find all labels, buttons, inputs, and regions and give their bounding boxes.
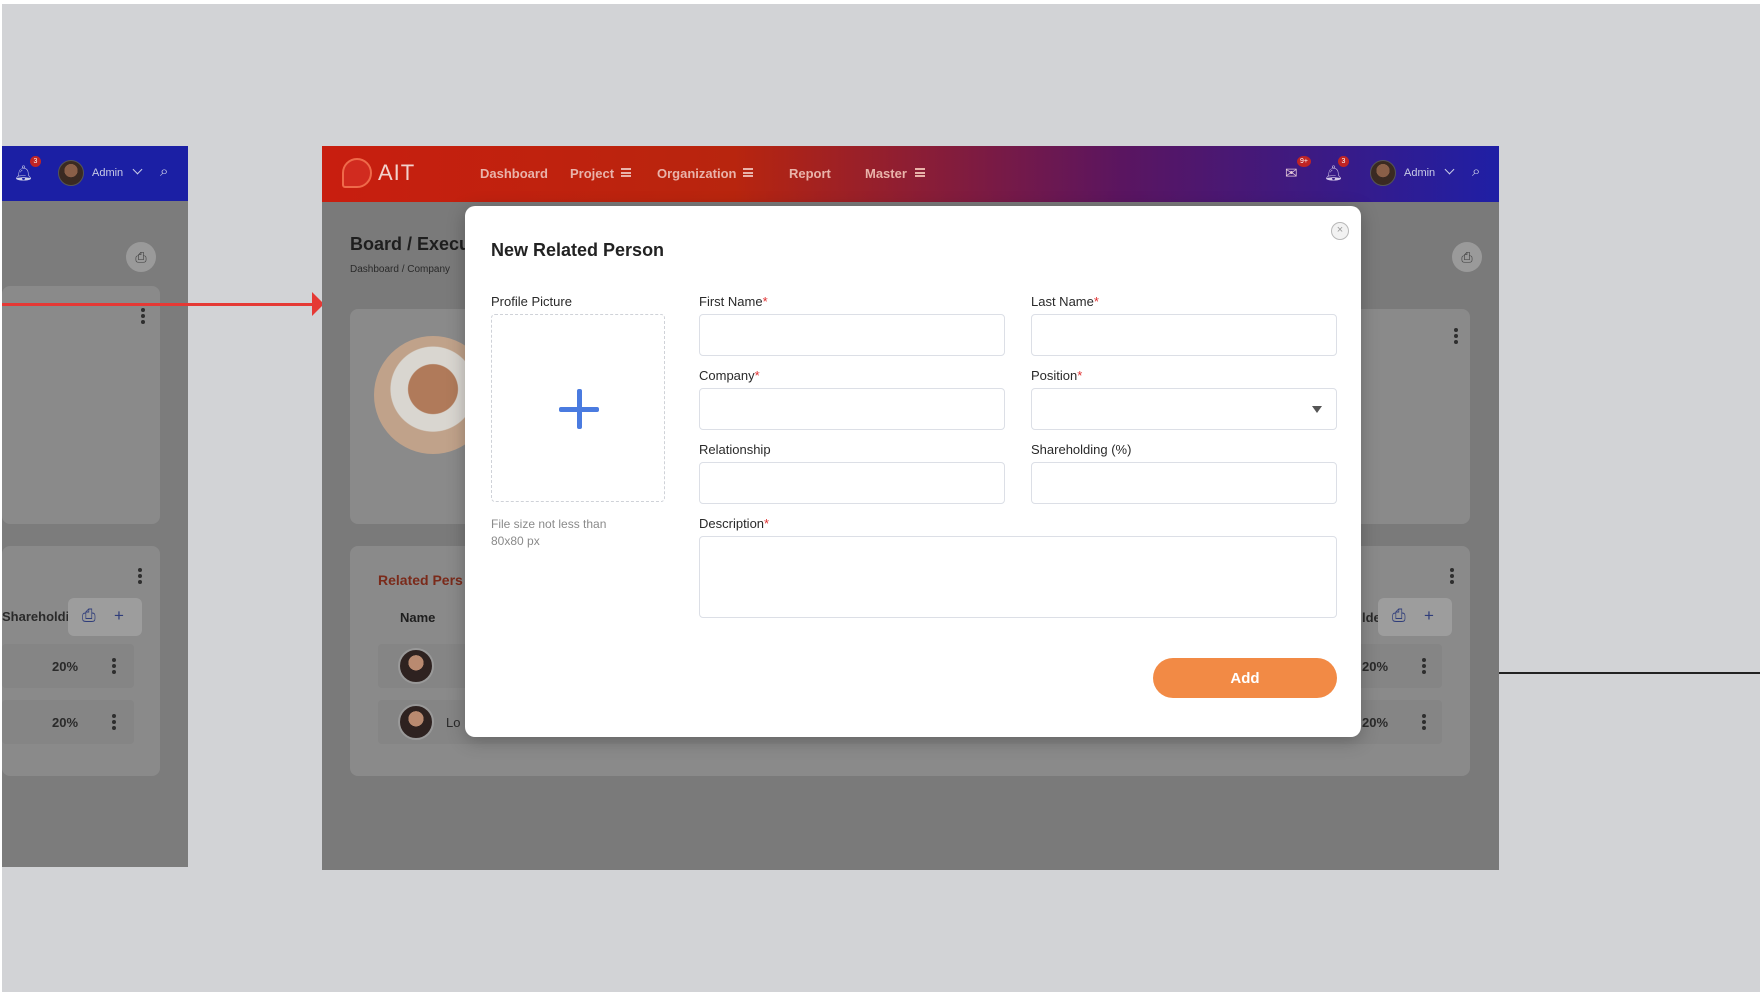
new-related-person-modal: New Related Person × Profile Picture Fil… — [465, 206, 1361, 737]
bell-icon[interactable]: 🔔︎ — [1324, 164, 1343, 182]
profile-card — [2, 286, 160, 524]
last-name-label-text: Last Name — [1031, 294, 1094, 309]
bell-icon[interactable]: 🔔︎ — [14, 164, 33, 182]
caret-down-icon — [1312, 406, 1322, 413]
hamburger-icon[interactable] — [915, 168, 925, 177]
breadcrumb[interactable]: Dashboard / Company — [350, 264, 450, 275]
kebab-icon[interactable] — [112, 714, 116, 730]
relationship-label: Relationship — [699, 442, 771, 457]
required-mark: * — [1093, 294, 1099, 309]
last-name-input[interactable] — [1031, 314, 1337, 356]
search-icon[interactable]: ⌕ — [160, 163, 168, 180]
profile-picture-upload[interactable] — [491, 314, 665, 502]
left-screen-preview: 🔔︎ 3 Admin ⌕ ⎙ Shareholdi ⎙ + 20% 20% — [2, 146, 188, 867]
user-name[interactable]: Admin — [92, 167, 123, 179]
notification-badge: 3 — [30, 156, 41, 167]
section-title: Related Pers — [378, 572, 463, 588]
description-label-text: Description — [699, 516, 765, 531]
required-mark: * — [762, 294, 768, 309]
table-actions: ⎙ + — [1378, 598, 1452, 636]
column-header: Shareholdi — [2, 609, 70, 624]
company-label-text: Company — [699, 368, 755, 383]
upload-hint: File size not less than 80x80 px — [491, 517, 607, 548]
hamburger-icon[interactable] — [621, 168, 631, 177]
hamburger-icon[interactable] — [743, 168, 753, 177]
column-header-name: Name — [400, 610, 436, 625]
nav-master[interactable]: Master — [865, 166, 907, 181]
position-select[interactable] — [1031, 388, 1337, 430]
required-mark: * — [1077, 368, 1083, 383]
table-actions: ⎙ + — [68, 598, 142, 636]
shareholding-value: 20% — [1362, 715, 1389, 730]
top-navbar: AIT Dashboard Project Organization Repor… — [322, 146, 1499, 202]
avatar[interactable] — [58, 160, 84, 186]
modal-title: New Related Person — [491, 240, 665, 260]
annotation-arrow-line — [2, 303, 314, 306]
print-icon[interactable]: ⎙ — [1452, 242, 1482, 272]
mail-icon[interactable]: ✉︎ — [1285, 164, 1298, 182]
plus-icon-bar — [559, 407, 599, 412]
first-name-input[interactable] — [699, 314, 1005, 356]
last-name-label: Last Name* — [1031, 294, 1099, 309]
kebab-icon[interactable] — [1422, 658, 1426, 674]
search-icon[interactable]: ⌕ — [1472, 163, 1480, 180]
mail-badge: 9+ — [1297, 156, 1311, 167]
plus-icon[interactable]: + — [114, 606, 124, 626]
person-name: Lo — [446, 715, 461, 730]
avatar[interactable] — [1370, 160, 1396, 186]
relationship-input[interactable] — [699, 462, 1005, 504]
chevron-down-icon[interactable] — [132, 164, 143, 175]
user-name[interactable]: Admin — [1404, 167, 1435, 179]
plus-icon[interactable]: + — [1424, 606, 1434, 626]
logo-icon[interactable] — [342, 158, 372, 188]
shareholding-label: Shareholding (%) — [1031, 442, 1132, 457]
shareholding-value: 20% — [1362, 659, 1389, 674]
kebab-icon[interactable] — [112, 658, 116, 674]
kebab-icon[interactable] — [138, 568, 142, 584]
profile-picture-label: Profile Picture — [491, 294, 572, 309]
nav-project[interactable]: Project — [570, 166, 614, 181]
avatar — [398, 704, 434, 740]
required-mark: * — [764, 516, 770, 531]
avatar — [398, 648, 434, 684]
shareholding-input[interactable] — [1031, 462, 1337, 504]
logo-text[interactable]: AIT — [378, 160, 415, 186]
add-button[interactable]: Add — [1153, 658, 1337, 698]
company-label: Company* — [699, 368, 760, 383]
print-icon[interactable]: ⎙ — [126, 242, 156, 272]
table-row[interactable]: 20% — [2, 700, 134, 744]
shareholding-value: 20% — [52, 715, 79, 730]
print-icon[interactable]: ⎙ — [82, 606, 96, 626]
position-label-text: Position — [1031, 368, 1078, 383]
table-row[interactable]: 20% — [2, 644, 134, 688]
first-name-label: First Name* — [699, 294, 768, 309]
nav-report[interactable]: Report — [789, 166, 831, 181]
page-title: Board / Execu — [350, 234, 471, 254]
kebab-icon[interactable] — [141, 308, 145, 324]
kebab-icon[interactable] — [1454, 328, 1458, 344]
print-icon[interactable]: ⎙ — [1392, 606, 1406, 626]
shareholding-value: 20% — [52, 659, 79, 674]
nav-organization[interactable]: Organization — [657, 166, 736, 181]
notification-badge: 3 — [1338, 156, 1349, 167]
required-mark: * — [754, 368, 760, 383]
description-textarea[interactable] — [699, 536, 1337, 618]
position-label: Position* — [1031, 368, 1082, 383]
left-topbar: 🔔︎ 3 Admin ⌕ — [2, 146, 188, 201]
kebab-icon[interactable] — [1450, 568, 1454, 584]
close-icon[interactable]: × — [1331, 222, 1349, 240]
chevron-down-icon[interactable] — [1444, 164, 1455, 175]
kebab-icon[interactable] — [1422, 714, 1426, 730]
first-name-label-text: First Name — [699, 294, 763, 309]
company-input[interactable] — [699, 388, 1005, 430]
nav-dashboard[interactable]: Dashboard — [480, 166, 548, 181]
presentation-board: 🔔︎ 3 Admin ⌕ ⎙ Shareholdi ⎙ + 20% 20% AI… — [2, 4, 1760, 992]
description-label: Description* — [699, 516, 769, 531]
